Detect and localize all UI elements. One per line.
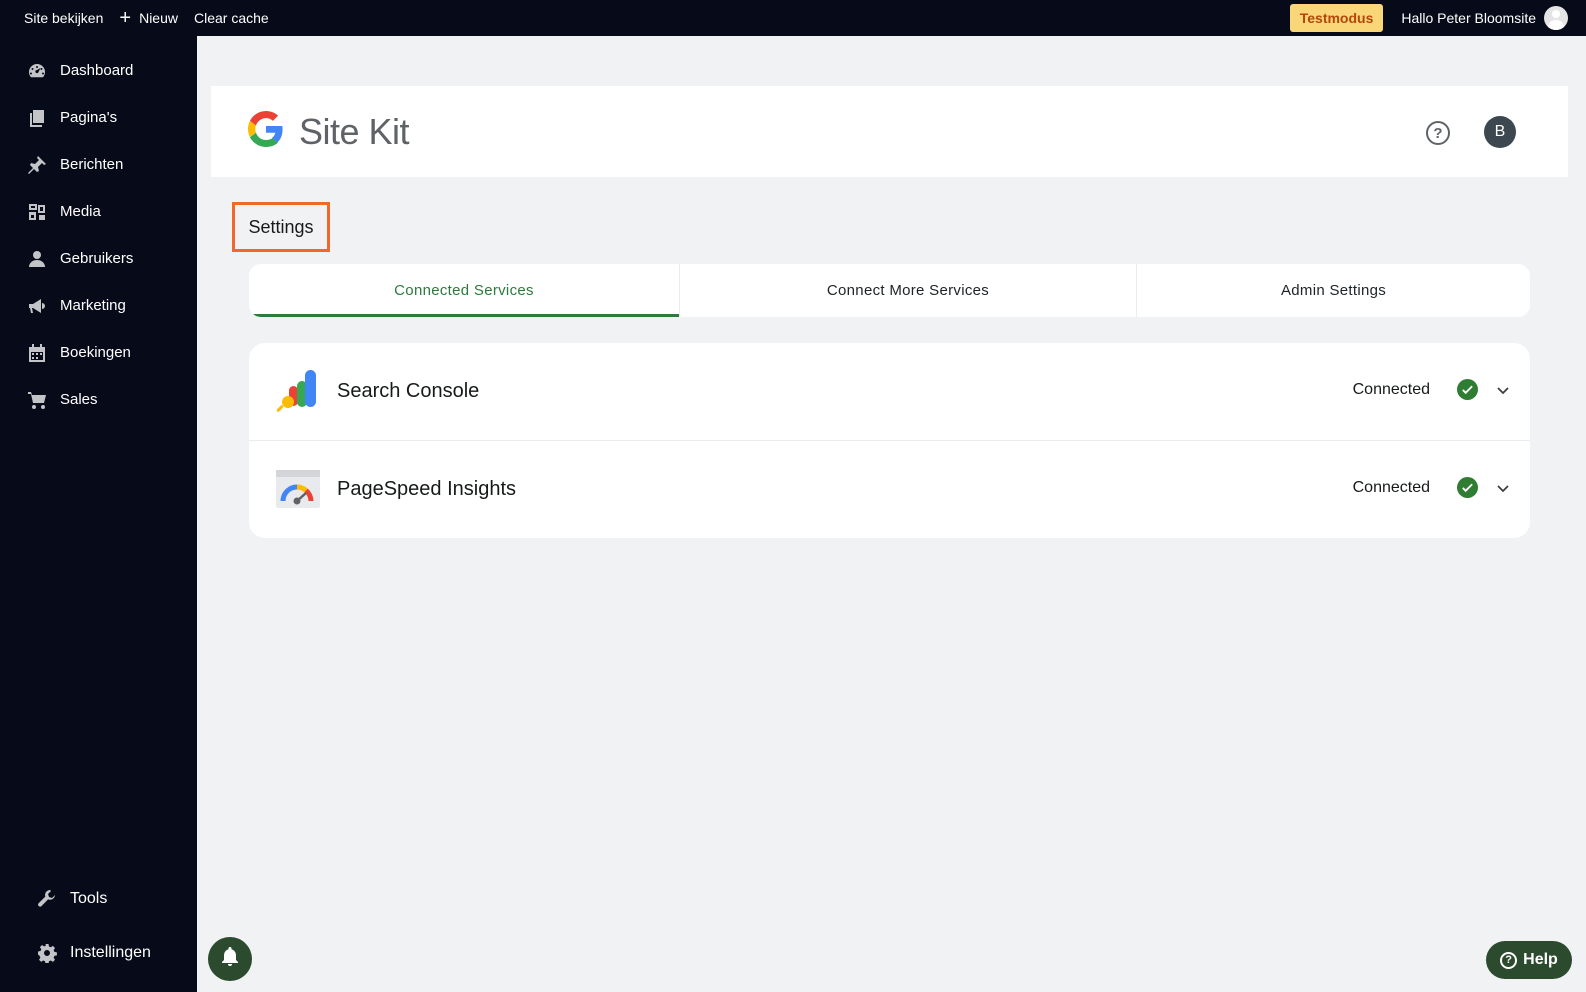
sidebar-item-label: Marketing xyxy=(60,297,126,314)
help-icon[interactable]: ? xyxy=(1426,121,1450,145)
sidebar-item-media[interactable]: Media xyxy=(0,188,197,235)
sitekit-logo[interactable]: Site Kit xyxy=(248,110,410,153)
sidebar-item-gebruikers[interactable]: Gebruikers xyxy=(0,235,197,282)
wrench-icon xyxy=(36,888,58,910)
megaphone-icon xyxy=(26,295,48,317)
question-circle-icon: ? xyxy=(1500,951,1518,969)
pin-icon xyxy=(26,154,48,176)
status-text: Connected xyxy=(1352,381,1430,398)
user-icon xyxy=(26,248,48,270)
settings-tabs: Connected Services Connect More Services… xyxy=(249,264,1530,317)
search-console-icon xyxy=(275,369,321,415)
page-title: Settings xyxy=(232,202,330,252)
clear-cache-link[interactable]: Clear cache xyxy=(186,0,277,36)
check-icon xyxy=(1457,477,1478,498)
service-name: PageSpeed Insights xyxy=(337,477,517,500)
sidebar: Dashboard Pagina's Berichten Media Gebru… xyxy=(0,36,197,992)
service-row-search-console[interactable]: Search Console Connected xyxy=(249,343,1530,440)
account-menu[interactable]: Hallo Peter Bloomsite xyxy=(1401,6,1586,30)
test-mode-badge[interactable]: Testmodus xyxy=(1289,4,1384,32)
sidebar-item-marketing[interactable]: Marketing xyxy=(0,282,197,329)
sidebar-item-label: Instellingen xyxy=(70,944,151,961)
sidebar-item-boekingen[interactable]: Boekingen xyxy=(0,329,197,376)
chevron-down-icon[interactable] xyxy=(1494,381,1512,399)
sidebar-item-label: Sales xyxy=(60,391,98,408)
clear-cache-label: Clear cache xyxy=(193,10,269,26)
sidebar-item-paginas[interactable]: Pagina's xyxy=(0,94,197,141)
sidebar-item-label: Boekingen xyxy=(60,344,131,361)
sidebar-item-label: Tools xyxy=(70,890,108,907)
gear-icon xyxy=(36,942,58,964)
help-button[interactable]: ? Help xyxy=(1486,941,1572,979)
notifications-bell-button[interactable] xyxy=(208,937,252,981)
sidebar-item-sales[interactable]: Sales xyxy=(0,376,197,423)
sidebar-item-label: Pagina's xyxy=(60,109,118,126)
admin-bar: Site bekijken + Nieuw Clear cache Testmod… xyxy=(0,0,1586,36)
avatar-icon xyxy=(1544,6,1568,30)
dashboard-icon xyxy=(26,60,48,82)
plus-icon: + xyxy=(119,7,132,29)
new-link[interactable]: + Nieuw xyxy=(111,0,186,36)
tab-connected-services[interactable]: Connected Services xyxy=(249,264,679,317)
calendar-icon xyxy=(26,342,48,364)
sidebar-item-tools[interactable]: Tools xyxy=(0,872,197,926)
status-text: Connected xyxy=(1352,479,1430,496)
view-site-link[interactable]: Site bekijken xyxy=(0,0,111,36)
media-icon xyxy=(26,201,48,223)
chevron-down-icon[interactable] xyxy=(1494,479,1512,497)
greeting-text: Hallo Peter Bloomsite xyxy=(1401,10,1536,26)
sidebar-item-label: Gebruikers xyxy=(60,250,134,267)
tab-admin-settings[interactable]: Admin Settings xyxy=(1136,264,1530,317)
new-label: Nieuw xyxy=(139,10,178,26)
google-g-icon xyxy=(248,111,284,152)
service-name: Search Console xyxy=(337,380,480,402)
check-icon xyxy=(1457,379,1478,400)
services-list: Search Console Connected PageSpeed Insig… xyxy=(249,343,1530,538)
sitekit-header: Site Kit ? B xyxy=(211,86,1568,177)
sidebar-item-label: Media xyxy=(60,203,101,220)
pages-icon xyxy=(26,107,48,129)
sidebar-item-label: Berichten xyxy=(60,156,124,173)
help-label: Help xyxy=(1523,951,1558,968)
tab-connect-more-services[interactable]: Connect More Services xyxy=(679,264,1136,317)
pagespeed-icon xyxy=(275,466,321,512)
user-avatar-button[interactable]: B xyxy=(1484,116,1516,148)
sidebar-item-dashboard[interactable]: Dashboard xyxy=(0,47,197,94)
service-row-pagespeed-insights[interactable]: PageSpeed Insights Connected xyxy=(249,440,1530,537)
bell-icon xyxy=(218,945,242,974)
sidebar-item-label: Dashboard xyxy=(60,62,134,79)
sidebar-item-berichten[interactable]: Berichten xyxy=(0,141,197,188)
sidebar-item-instellingen[interactable]: Instellingen xyxy=(0,926,197,980)
cart-icon xyxy=(26,389,48,411)
view-site-label: Site bekijken xyxy=(24,10,104,26)
app-title: Site Kit xyxy=(299,110,410,152)
